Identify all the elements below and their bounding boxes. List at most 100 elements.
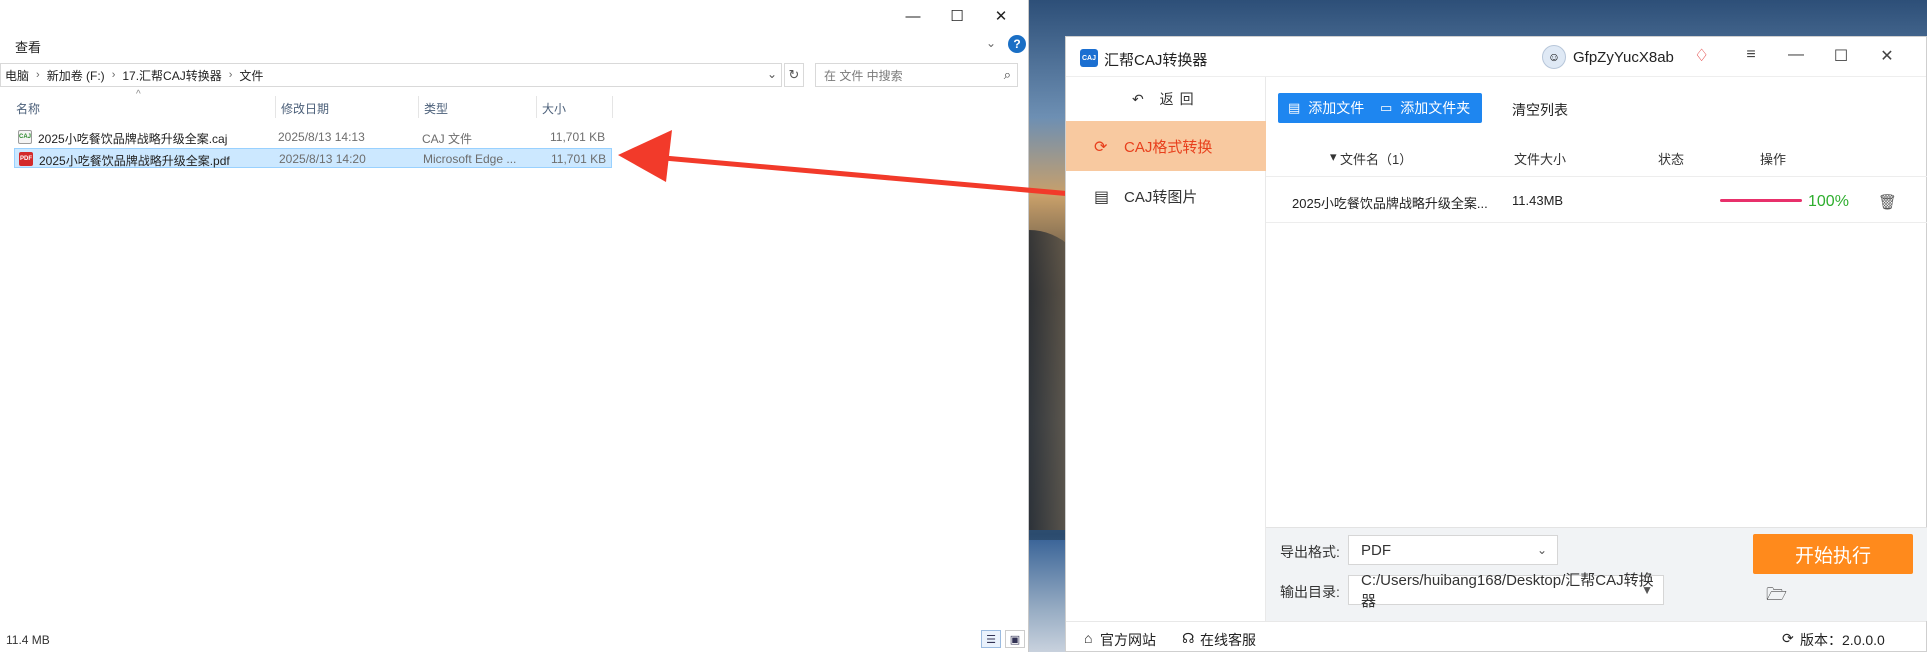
add-file-button[interactable]: ▤ 添加文件 (1278, 93, 1377, 123)
app-sidebar: ↶ 返回 ⟳ CAJ格式转换 ▤ CAJ转图片 (1066, 77, 1266, 621)
caret-down-icon: ▼ (1641, 583, 1653, 597)
close-button[interactable]: ✕ (981, 4, 1021, 28)
file-name: 2025小吃餐饮品牌战略升级全案.caj (38, 132, 228, 146)
app-title: 汇帮CAJ转换器 (1104, 52, 1208, 69)
file-type: Microsoft Edge ... (423, 152, 517, 166)
sidebar-item-caj-to-image[interactable]: ▤ CAJ转图片 (1066, 171, 1266, 221)
address-bar[interactable]: 电脑 › 新加卷 (F:) › 17.汇帮CAJ转换器 › 文件 ⌄ (0, 63, 782, 87)
file-date: 2025/8/13 14:20 (279, 152, 366, 166)
column-divider[interactable] (275, 96, 276, 118)
file-size: 11,701 KB (551, 152, 607, 166)
breadcrumb-item[interactable]: 电脑 (1, 67, 33, 84)
column-divider[interactable] (612, 96, 613, 118)
file-type: CAJ 文件 (422, 132, 473, 146)
export-panel: 导出格式: PDF ⌄ 输出目录: C:/Users/huibang168/De… (1266, 527, 1927, 621)
file-row[interactable]: CAJ 2025小吃餐饮品牌战略升级全案.caj 2025/8/13 14:13… (14, 127, 612, 147)
progress-percent: 100% (1808, 193, 1849, 210)
view-toggle: ☰ ▣ (981, 630, 1025, 648)
table-row[interactable]: 2025小吃餐饮品牌战略升级全案... 11.43MB 100% 🗑 (1266, 177, 1927, 223)
header-filename[interactable]: 文件名（1） (1340, 149, 1412, 168)
online-support-link[interactable]: 在线客服 (1200, 630, 1256, 650)
column-divider[interactable] (418, 96, 419, 118)
caj-converter-window: CAJ 汇帮CAJ转换器 ☺ GfpZyYucX8ab ♢ ≡ — ☐ ✕ ↶ … (1065, 36, 1927, 652)
app-titlebar: CAJ 汇帮CAJ转换器 ☺ GfpZyYucX8ab ♢ ≡ — ☐ ✕ (1066, 37, 1926, 77)
export-format-value: PDF (1361, 541, 1391, 559)
clear-list-button[interactable]: 清空列表 (1512, 100, 1568, 120)
add-folder-icon: ▭ (1380, 100, 1393, 115)
support-icon[interactable]: ☊ (1182, 630, 1194, 647)
status-bar-size: 11.4 MB (6, 633, 50, 647)
header-filesize: 文件大小 (1514, 152, 1567, 167)
start-button[interactable]: 开始执行 (1753, 534, 1913, 574)
breadcrumb-separator-icon[interactable]: › (226, 69, 236, 81)
ribbon-tab-view[interactable]: 查看 (15, 37, 41, 56)
output-dir-select[interactable]: C:/Users/huibang168/Desktop/汇帮CAJ转换器 ▼ (1348, 572, 1664, 610)
header-action: 操作 (1760, 152, 1787, 167)
add-file-icon: ▤ (1288, 100, 1301, 115)
column-headers: ^ 名称 修改日期 类型 大小 (0, 89, 620, 118)
details-view-icon[interactable]: ☰ (981, 630, 1001, 648)
column-divider[interactable] (536, 96, 537, 118)
export-format-select[interactable]: PDF ⌄ (1348, 535, 1558, 565)
output-dir-label: 输出目录: (1280, 584, 1340, 600)
menu-icon[interactable]: ≡ (1736, 46, 1766, 64)
image-doc-icon: ▤ (1094, 189, 1110, 206)
back-icon: ↶ (1132, 91, 1150, 107)
arrow-head (618, 130, 672, 182)
help-icon[interactable]: ? (1008, 35, 1026, 53)
avatar[interactable]: ☺ (1542, 45, 1566, 69)
sidebar-item-label: CAJ格式转换 (1124, 138, 1213, 156)
output-dir-value: C:/Users/huibang168/Desktop/汇帮CAJ转换器 (1361, 572, 1654, 610)
add-folder-button[interactable]: ▭ 添加文件夹 (1370, 93, 1483, 123)
file-name: 2025小吃餐饮品牌战略升级全案.pdf (39, 154, 230, 168)
file-date: 2025/8/13 14:13 (278, 130, 365, 144)
file-table-header: ▾ 文件名（1） 文件大小 状态 操作 (1266, 135, 1927, 177)
breadcrumb-separator-icon[interactable]: › (109, 69, 119, 81)
refresh-icon: ⟳ (1094, 139, 1108, 156)
explorer-titlebar: — ☐ ✕ (0, 0, 1028, 32)
breadcrumb-item[interactable]: 文件 (235, 67, 267, 84)
open-folder-icon[interactable]: 🗁 (1766, 582, 1787, 611)
ribbon-expand-icon[interactable]: ⌄ (986, 36, 996, 50)
row-filesize: 11.43MB (1512, 193, 1564, 208)
ribbon: 查看 ⌄ ? (0, 32, 1028, 58)
file-row-selected[interactable]: PDF 2025小吃餐饮品牌战略升级全案.pdf 2025/8/13 14:20… (14, 148, 612, 168)
close-button[interactable]: ✕ (1872, 46, 1902, 66)
update-icon: ⟳ (1782, 630, 1794, 646)
version-label: 版本：2.0.0.0 (1800, 632, 1885, 648)
column-header-type[interactable]: 类型 (424, 100, 448, 117)
sort-ascending-icon: ^ (136, 89, 141, 100)
column-header-size[interactable]: 大小 (542, 100, 566, 117)
home-icon[interactable]: ⌂ (1084, 630, 1092, 646)
sidebar-item-caj-convert[interactable]: ⟳ CAJ格式转换 (1066, 121, 1266, 171)
breadcrumb-item[interactable]: 新加卷 (F:) (43, 67, 109, 84)
caj-file-icon: CAJ (18, 130, 32, 144)
back-button[interactable]: ↶ 返回 (1132, 89, 1200, 109)
column-header-name[interactable]: 名称 (16, 100, 40, 117)
search-placeholder: 在 文件 中搜索 (824, 68, 903, 83)
column-header-date[interactable]: 修改日期 (281, 100, 329, 117)
vip-diamond-icon[interactable]: ♢ (1694, 46, 1709, 66)
sort-caret-icon[interactable]: ▾ (1330, 149, 1337, 165)
official-website-link[interactable]: 官方网站 (1100, 630, 1156, 650)
export-format-label: 导出格式: (1280, 544, 1340, 560)
file-explorer-window: — ☐ ✕ 查看 ⌄ ? 电脑 › 新加卷 (F:) › 17.汇帮CAJ转换器… (0, 0, 1029, 652)
maximize-button[interactable]: ☐ (1826, 46, 1856, 66)
minimize-button[interactable]: — (893, 4, 933, 28)
header-status: 状态 (1658, 152, 1685, 167)
breadcrumb-separator-icon[interactable]: › (33, 69, 43, 81)
app-logo-icon: CAJ (1080, 49, 1098, 67)
large-icons-view-icon[interactable]: ▣ (1005, 630, 1025, 648)
chevron-down-icon: ⌄ (1536, 543, 1547, 557)
search-icon: ⌕ (1003, 67, 1011, 82)
search-input[interactable]: 在 文件 中搜索 ⌕ (815, 63, 1018, 87)
maximize-button[interactable]: ☐ (937, 4, 977, 28)
file-size: 11,701 KB (550, 130, 606, 144)
username[interactable]: GfpZyYucX8ab (1573, 49, 1674, 66)
breadcrumb-item[interactable]: 17.汇帮CAJ转换器 (118, 67, 225, 84)
address-dropdown-icon[interactable]: ⌄ (767, 67, 777, 81)
pdf-file-icon: PDF (19, 152, 33, 166)
trash-icon[interactable]: 🗑 (1878, 193, 1897, 211)
refresh-button[interactable]: ↻ (784, 63, 804, 87)
minimize-button[interactable]: — (1781, 46, 1811, 64)
